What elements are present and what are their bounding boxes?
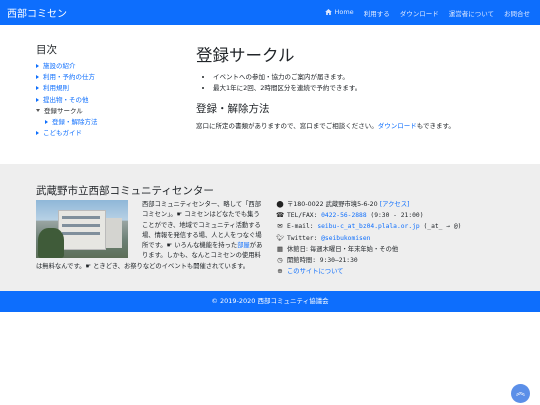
registration-paragraph: 窓口に所定の書類がありますので、窓口までご相談ください。ダウンロードもできます。 bbox=[196, 122, 455, 130]
map-pin-icon: ⬤ bbox=[276, 200, 284, 208]
list-item: イベントへの参加・協力のご案内が届きます。 bbox=[213, 72, 526, 83]
section-title: 登録・解除方法 bbox=[196, 103, 270, 115]
nav-download[interactable]: ダウンロード bbox=[400, 8, 439, 18]
list-item: 最大1年に2回、2時間区分を連続で予約できます。 bbox=[213, 83, 526, 94]
tel-link[interactable]: 0422-56-2888 bbox=[321, 212, 367, 219]
caret-right-icon bbox=[36, 86, 39, 91]
hours-row: ◷ 開館時間: 9:30–21:30 bbox=[276, 255, 526, 266]
nav-home[interactable]: Home bbox=[325, 8, 354, 18]
benefit-list: イベントへの参加・協力のご案内が届きます。 最大1年に2回、2時間区分を連続で予… bbox=[196, 72, 526, 93]
toc-title: 目次 bbox=[36, 44, 57, 56]
footer-title: 武蔵野市立西部コミュニティセンター bbox=[36, 185, 214, 197]
home-icon bbox=[325, 9, 333, 15]
rooms-link[interactable]: 部屋 bbox=[237, 242, 250, 249]
navbar: 西部コミセン Home 利用する ダウンロード 運営者について お問合せ bbox=[0, 0, 540, 25]
toc-item-how-to-use[interactable]: 利用・予約の仕方 bbox=[36, 72, 176, 83]
email-link[interactable]: seibu-c_at_bz04.plala.or.jp bbox=[317, 223, 419, 230]
twitter-link[interactable]: @seibukomisen bbox=[321, 235, 370, 242]
caret-down-icon bbox=[36, 108, 40, 112]
caret-right-icon bbox=[36, 97, 39, 102]
toc-item-registration[interactable]: 登録・解除方法 bbox=[36, 117, 176, 128]
globe-icon: ⊕ bbox=[277, 267, 283, 276]
nav-about[interactable]: 運営者について bbox=[449, 8, 494, 18]
toc-item-facility[interactable]: 施設の紹介 bbox=[36, 61, 176, 72]
footer-description: 西部コミュニティセンター、略して「西部コミセン」。☛ コミセンはどなたでも集うこ… bbox=[36, 201, 263, 270]
email-row: ✉ E-mail: seibu-c_at_bz04.plala.or.jp (_a… bbox=[276, 221, 526, 232]
page-title: 登録サークル bbox=[196, 46, 295, 65]
caret-right-icon bbox=[36, 64, 39, 68]
nav-home-label: Home bbox=[334, 8, 354, 16]
about-row: ⊕ このサイトについて bbox=[276, 266, 526, 277]
access-link[interactable]: [アクセス] bbox=[380, 201, 410, 208]
toc-item-rules[interactable]: 利用規則 bbox=[36, 83, 176, 94]
download-link[interactable]: ダウンロード bbox=[378, 122, 417, 130]
nav-links: Home 利用する ダウンロード 運営者について お問合せ bbox=[325, 8, 530, 18]
toc-item-submissions[interactable]: 提出物・その他 bbox=[36, 95, 176, 106]
caret-right-icon bbox=[45, 120, 48, 125]
sidebar-toc: 目次 施設の紹介 利用・予約の仕方 利用規則 提出物・その他 登録サークル 登録… bbox=[36, 42, 176, 139]
contact-list: ⬤ 〒180-0022 武蔵野市境5-6-20 [アクセス] ☎ TEL/FAX: … bbox=[276, 199, 526, 277]
main-content: 登録サークル イベントへの参加・協力のご案内が届きます。 最大1年に2回、2時間… bbox=[196, 42, 526, 130]
tel-row: ☎ TEL/FAX: 0422-56-2888 (9:30 - 21:00) bbox=[276, 210, 526, 221]
toc-item-circles[interactable]: 登録サークル bbox=[36, 106, 176, 117]
scroll-to-top-button[interactable]: ︽ bbox=[511, 384, 530, 403]
about-site-link[interactable]: このサイトについて bbox=[287, 268, 343, 275]
address-row: ⬤ 〒180-0022 武蔵野市境5-6-20 [アクセス] bbox=[276, 199, 526, 210]
phone-icon: ☎ bbox=[276, 211, 285, 220]
caret-right-icon bbox=[36, 75, 39, 80]
nav-use[interactable]: 利用する bbox=[364, 8, 390, 18]
clock-icon: ◷ bbox=[277, 256, 283, 265]
site-brand[interactable]: 西部コミセン bbox=[7, 5, 67, 20]
nav-contact[interactable]: お問合せ bbox=[504, 8, 530, 18]
toc-item-kids-guide[interactable]: こどもガイド bbox=[36, 128, 176, 139]
copyright-text: © 2019-2020 西部コミュニティ協議会 bbox=[211, 297, 329, 305]
copyright-bar: © 2019-2020 西部コミュニティ協議会 bbox=[0, 291, 540, 312]
mail-icon: ✉ bbox=[277, 222, 283, 231]
double-chevron-up-icon: ︽ bbox=[515, 388, 525, 398]
caret-right-icon bbox=[36, 131, 39, 136]
closed-row: ▦ 休館日: 毎週木曜日・年末年始・その他 bbox=[276, 244, 526, 255]
calendar-icon: ▦ bbox=[276, 244, 284, 253]
twitter-icon: 🐦︎ bbox=[276, 233, 285, 242]
twitter-row: 🐦︎ Twitter: @seibukomisen bbox=[276, 233, 526, 244]
